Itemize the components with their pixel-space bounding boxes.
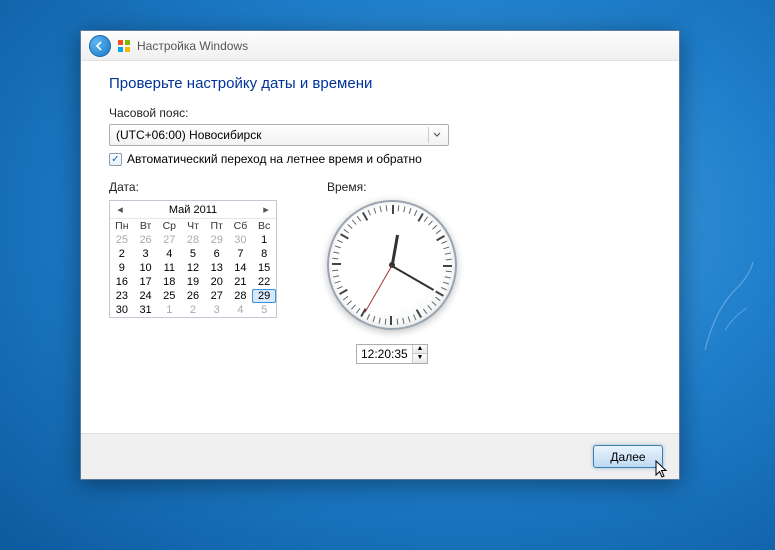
calendar-day[interactable]: 5 [252,303,276,317]
background-decoration [695,260,755,360]
calendar-day[interactable]: 17 [134,275,158,289]
chevron-down-icon [428,127,444,143]
dst-checkbox[interactable]: ✓ [109,153,122,166]
calendar-day[interactable]: 12 [181,261,205,275]
calendar-day[interactable]: 27 [157,233,181,247]
calendar-day[interactable]: 23 [110,289,134,303]
time-input[interactable] [357,347,412,361]
next-button[interactable]: Далее [593,445,663,468]
dialog-footer: Далее [81,433,679,479]
calendar-day[interactable]: 4 [157,247,181,261]
calendar-dow: Пн [110,219,134,233]
calendar-day[interactable]: 7 [229,247,253,261]
calendar-day[interactable]: 11 [157,261,181,275]
clock-sec-hand [365,265,393,312]
clock-hour-hand [391,235,400,267]
calendar-dow: Пт [205,219,229,233]
calendar-dow: Вт [134,219,158,233]
timezone-selected: (UTC+06:00) Новосибирск [116,128,261,142]
calendar-dow: Сб [229,219,253,233]
calendar-month-label[interactable]: Май 2011 [169,204,217,216]
calendar-day[interactable]: 29 [205,233,229,247]
calendar-day[interactable]: 26 [134,233,158,247]
back-button[interactable] [89,35,111,57]
calendar-day[interactable]: 2 [110,247,134,261]
calendar-day[interactable]: 22 [252,275,276,289]
back-arrow-icon [95,41,105,51]
calendar-day[interactable]: 29 [252,289,276,303]
calendar-day[interactable]: 3 [205,303,229,317]
calendar-day[interactable]: 31 [134,303,158,317]
calendar-day[interactable]: 24 [134,289,158,303]
calendar-day[interactable]: 10 [134,261,158,275]
calendar-day[interactable]: 25 [157,289,181,303]
calendar-day[interactable]: 5 [181,247,205,261]
windows-flag-icon [117,39,131,53]
time-label: Время: [327,180,457,194]
calendar-day[interactable]: 15 [252,261,276,275]
calendar-next-button[interactable]: ▸ [260,203,272,216]
calendar-day[interactable]: 8 [252,247,276,261]
window-title: Настройка Windows [137,39,248,53]
calendar-prev-button[interactable]: ◂ [114,203,126,216]
calendar-day[interactable]: 3 [134,247,158,261]
calendar-dow: Вс [252,219,276,233]
calendar-day[interactable]: 20 [205,275,229,289]
dst-checkbox-label: Автоматический переход на летнее время и… [127,152,422,166]
titlebar: Настройка Windows [81,31,679,61]
calendar-day[interactable]: 28 [181,233,205,247]
calendar-dow: Ср [157,219,181,233]
calendar-day[interactable]: 1 [157,303,181,317]
page-heading: Проверьте настройку даты и времени [109,75,651,92]
time-spin-down[interactable]: ▼ [413,354,427,363]
calendar-day[interactable]: 4 [229,303,253,317]
calendar-dow: Чт [181,219,205,233]
time-spinner[interactable]: ▲ ▼ [356,344,428,364]
calendar-day[interactable]: 21 [229,275,253,289]
calendar-day[interactable]: 13 [205,261,229,275]
calendar-day[interactable]: 28 [229,289,253,303]
calendar-day[interactable]: 25 [110,233,134,247]
calendar-day[interactable]: 26 [181,289,205,303]
calendar-day[interactable]: 9 [110,261,134,275]
calendar-day[interactable]: 18 [157,275,181,289]
clock-min-hand [392,265,435,291]
date-column: Дата: ◂ Май 2011 ▸ ПнВтСрЧтПтСбВс 252627… [109,180,277,364]
setup-dialog: Настройка Windows Проверьте настройку да… [80,30,680,480]
time-spin-up[interactable]: ▲ [413,345,427,354]
calendar-day[interactable]: 16 [110,275,134,289]
calendar-day[interactable]: 30 [229,233,253,247]
calendar-day[interactable]: 1 [252,233,276,247]
calendar-day[interactable]: 6 [205,247,229,261]
calendar[interactable]: ◂ Май 2011 ▸ ПнВтСрЧтПтСбВс 252627282930… [109,200,277,318]
timezone-dropdown[interactable]: (UTC+06:00) Новосибирск [109,124,449,146]
dst-checkbox-row[interactable]: ✓ Автоматический переход на летнее время… [109,152,651,166]
calendar-day[interactable]: 2 [181,303,205,317]
time-column: Время: ▲ ▼ [327,180,457,364]
content-area: Проверьте настройку даты и времени Часов… [81,61,679,433]
timezone-label: Часовой пояс: [109,106,651,120]
calendar-day[interactable]: 30 [110,303,134,317]
analog-clock [327,200,457,330]
calendar-day[interactable]: 14 [229,261,253,275]
calendar-day[interactable]: 27 [205,289,229,303]
calendar-day[interactable]: 19 [181,275,205,289]
date-label: Дата: [109,180,277,194]
